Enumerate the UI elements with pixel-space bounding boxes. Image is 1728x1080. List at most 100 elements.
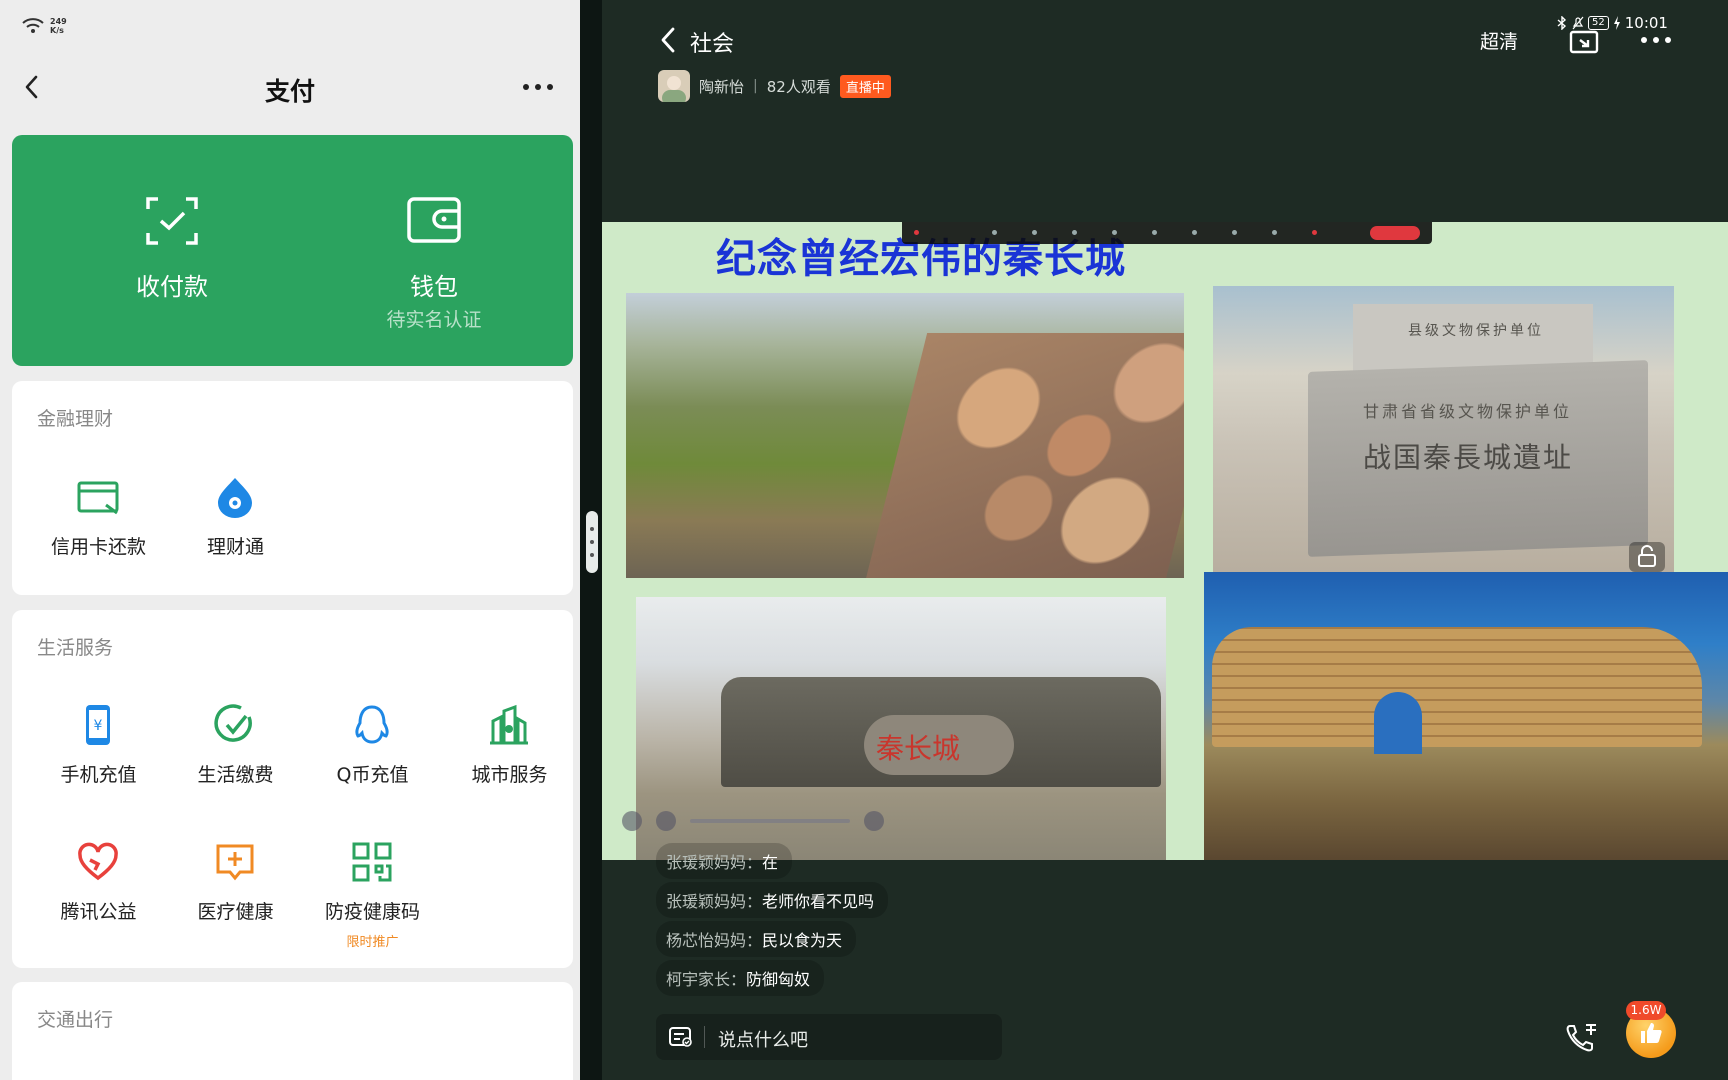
net-speed: 249 K/s	[50, 17, 67, 35]
live-badge: 直播中	[839, 74, 891, 98]
qcoin-topup-button[interactable]: Q币充值	[304, 703, 441, 813]
player-controls[interactable]	[622, 811, 884, 831]
comment-item: 张瑗颖妈妈：老师你看不见吗	[656, 882, 889, 918]
heart-icon	[78, 842, 118, 881]
qr-code-icon	[352, 842, 392, 882]
wallet-status: 待实名认证	[386, 309, 482, 331]
medical-box-icon	[216, 844, 254, 881]
finance-section: 金融理财 信用卡还款 理财通	[12, 381, 573, 595]
section-title: 交通出行	[37, 1009, 114, 1031]
collect-pay-button[interactable]: 收付款	[42, 135, 302, 366]
medical-health-button[interactable]: 医疗健康	[167, 840, 304, 950]
host-separator: |	[753, 78, 758, 94]
promo-tag: 限时推广	[346, 935, 399, 950]
wealth-button[interactable]: 理财通	[167, 475, 304, 585]
channel-title: 社会	[690, 32, 735, 57]
comment-item: 张瑗颖妈妈：在	[656, 843, 888, 879]
stone-wall	[1212, 627, 1702, 747]
page-title: 支付	[264, 77, 315, 106]
section-title: 金融理财	[37, 408, 114, 430]
comment-user: 张瑗颖妈妈	[666, 853, 747, 872]
tencent-charity-button[interactable]: 腾讯公益	[30, 840, 167, 950]
shared-slide: 县级文物保护单位 甘肃省省级文物保护单位 战国秦長城遺址 秦长城 纪念曾经宏伟的…	[602, 222, 1728, 860]
bluetooth-icon	[1557, 16, 1567, 30]
picture-in-picture-icon[interactable]	[1568, 24, 1602, 56]
photo-arch-wall	[1204, 572, 1728, 860]
comment-text: 防御匈奴	[746, 970, 811, 989]
input-separator	[704, 1026, 705, 1048]
city-buildings-icon	[490, 704, 528, 745]
next-icon[interactable]	[864, 811, 884, 831]
collect-pay-label: 收付款	[136, 273, 208, 301]
back-arrow-icon[interactable]	[656, 24, 680, 56]
pay-card: 收付款 钱包 待实名认证	[12, 135, 573, 366]
penguin-icon	[355, 705, 389, 744]
status-bar: 249 K/s	[22, 14, 67, 38]
health-code-button[interactable]: 防疫健康码 限时推广	[304, 840, 441, 950]
comment-user: 杨芯怡妈妈	[666, 931, 747, 950]
credit-card-repay-button[interactable]: 信用卡还款	[30, 475, 167, 585]
photo-stone-plaque: 县级文物保护单位 甘肃省省级文物保护单位 战国秦長城遺址	[1213, 286, 1674, 578]
comment-placeholder: 说点什么吧	[718, 1030, 808, 1051]
comment-text: 在	[762, 853, 779, 872]
like-count: 1.6W	[1626, 1001, 1666, 1020]
wallet-icon	[407, 197, 461, 243]
comment-user: 柯宇家长	[666, 970, 731, 989]
scan-check-icon	[146, 197, 198, 245]
comment-item: 柯宇家长：防御匈奴	[656, 960, 888, 996]
plaque-mid-text: 甘肃省省级文物保护单位	[1363, 402, 1573, 421]
host-avatar[interactable]	[658, 70, 690, 102]
viewer-count: 82人观看	[766, 77, 831, 96]
plaque-main-text: 战国秦長城遺址	[1363, 441, 1574, 474]
call-connect-icon[interactable]	[1562, 1020, 1602, 1056]
end-broadcast-button[interactable]	[1370, 226, 1420, 240]
red-carving: 秦长城	[876, 732, 961, 765]
play-icon[interactable]	[656, 811, 676, 831]
comment-settings-icon[interactable]	[668, 1025, 694, 1049]
net-speed-value: 249	[50, 17, 67, 26]
meeting-toolbar[interactable]	[902, 222, 1432, 244]
nav-bar: 支付	[0, 62, 580, 112]
section-title: 生活服务	[37, 637, 114, 659]
comment-input[interactable]: 说点什么吧	[656, 1014, 1002, 1060]
transport-section: 交通出行	[12, 982, 573, 1080]
medical-health-label: 医疗健康	[197, 901, 274, 923]
comment-text: 民以食为天	[762, 931, 843, 950]
quality-button[interactable]: 超清	[1480, 27, 1518, 54]
more-options-icon[interactable]	[1638, 26, 1674, 54]
health-code-label: 防疫健康码	[324, 901, 420, 923]
net-speed-unit: K/s	[50, 26, 64, 35]
comment-list: 张瑗颖妈妈：在 张瑗颖妈妈：老师你看不见吗 杨芯怡妈妈：民以食为天 柯宇家长：防…	[656, 843, 889, 1001]
more-options-icon[interactable]	[518, 70, 558, 104]
city-services-button[interactable]: 城市服务	[441, 703, 578, 813]
split-drag-handle[interactable]	[586, 511, 598, 573]
plaque-top-text: 县级文物保护单位	[1408, 323, 1544, 339]
prev-icon[interactable]	[622, 811, 642, 831]
unlock-screen-icon[interactable]	[1629, 542, 1665, 572]
charging-icon	[1613, 16, 1620, 30]
host-name: 陶新怡	[699, 77, 745, 96]
svg-text:¥: ¥	[94, 718, 103, 734]
rock-pile	[864, 333, 1184, 578]
tencent-charity-label: 腾讯公益	[60, 901, 137, 923]
mobile-topup-button[interactable]: ¥ 手机充值	[30, 703, 167, 813]
credit-card-icon	[77, 481, 119, 515]
thumbs-up-icon	[1641, 1023, 1662, 1043]
wealth-label: 理财通	[206, 536, 264, 558]
mobile-topup-label: 手机充值	[60, 764, 137, 786]
photo-ruined-wall	[626, 293, 1184, 578]
progress-bar[interactable]	[690, 819, 850, 823]
comment-text: 老师你看不见吗	[762, 892, 875, 911]
wallet-button[interactable]: 钱包 待实名认证	[304, 135, 564, 366]
life-services-section: 生活服务 ¥ 手机充值 生活缴费 Q币充值 城市服务 腾讯公益 医疗健康 防疫健…	[12, 610, 573, 968]
qcoin-topup-label: Q币充值	[336, 764, 409, 786]
wealth-drop-icon	[218, 478, 252, 518]
utility-bill-button[interactable]: 生活缴费	[167, 703, 304, 813]
live-pane: 社会 超清 52 10:01 陶新怡 | 82人观看 直播中 县级文物保护单位 …	[602, 0, 1728, 1080]
utility-bill-label: 生活缴费	[197, 764, 274, 786]
credit-card-repay-label: 信用卡还款	[50, 536, 146, 558]
city-services-label: 城市服务	[471, 764, 548, 786]
comment-user: 张瑗颖妈妈	[666, 892, 747, 911]
comment-item: 杨芯怡妈妈：民以食为天	[656, 921, 888, 957]
payment-pane: 249 K/s 支付 收付款 钱包 待实名认证 金融理财 信用卡还款 理财通 生…	[0, 0, 580, 1080]
